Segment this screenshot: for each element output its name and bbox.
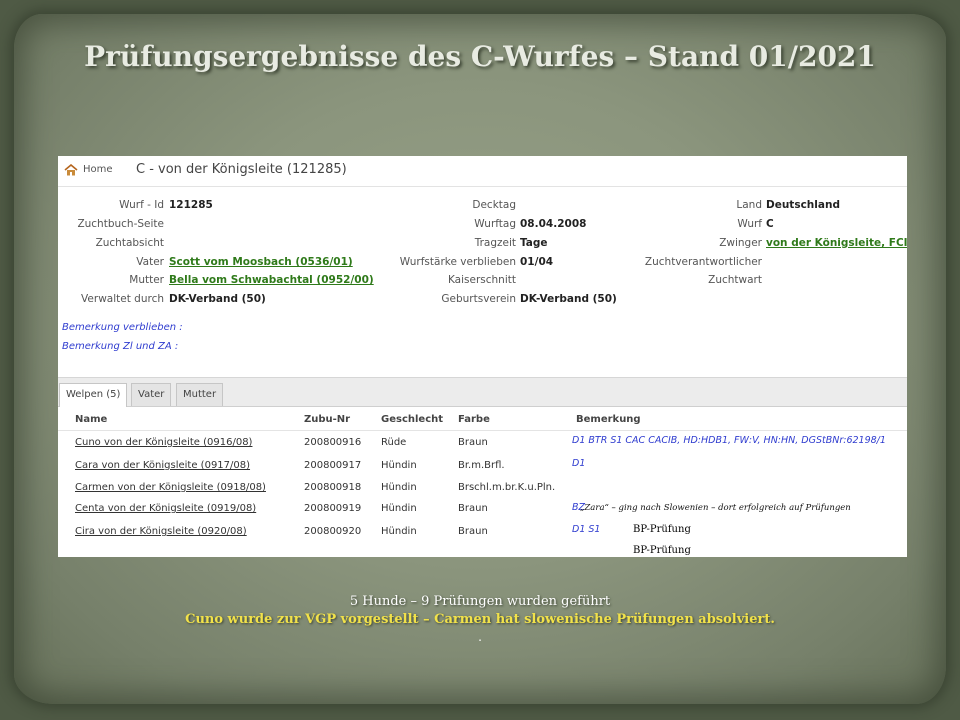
puppy-zubu: 200800920 xyxy=(304,526,362,537)
verwaltet-value: DK-Verband (50) xyxy=(169,293,266,305)
zuchtverantwortlicher-label: Zuchtverantwortlicher xyxy=(644,256,762,268)
puppy-name-link[interactable]: Cira von der Königsleite (0920/08) xyxy=(75,526,247,537)
tab-welpen[interactable]: Welpen (5) xyxy=(59,383,128,407)
wurfstaerke-value: 01/04 xyxy=(520,256,554,268)
puppy-zubu: 200800916 xyxy=(304,437,362,448)
wurf-id-value: 121285 xyxy=(169,199,213,211)
column-header-bemerkung[interactable]: Bemerkung xyxy=(576,414,641,425)
column-header-farbe[interactable]: Farbe xyxy=(458,414,490,425)
puppy-bemerkung: D1 xyxy=(572,458,586,469)
remark-zl-za: Bemerkung Zl und ZA : xyxy=(62,341,179,352)
puppy-name-link[interactable]: Carmen von der Königsleite (0918/08) xyxy=(75,482,266,493)
puppy-farbe: Braun xyxy=(458,526,488,537)
tragzeit-value: Tage xyxy=(520,237,548,249)
kaiserschnitt-label: Kaiserschnitt xyxy=(447,274,516,286)
footer-highlight: Cuno wurde zur VGP vorgestellt – Carmen … xyxy=(185,612,775,627)
puppy-zubu: 200800917 xyxy=(304,460,362,471)
geburtsverein-label: Geburtsverein xyxy=(441,293,516,305)
wurf-value: C xyxy=(766,218,774,230)
litter-screenshot: Home C - von der Königsleite (121285) Wu… xyxy=(58,156,907,557)
puppy-zubu: 200800918 xyxy=(304,482,362,493)
puppy-farbe: Braun xyxy=(458,503,488,514)
puppy-geschlecht: Hündin xyxy=(381,526,417,537)
wurftag-label: Wurftag xyxy=(474,218,516,230)
land-value: Deutschland xyxy=(766,199,840,211)
mutter-value: Bella vom Schwabachtal (0952/00) xyxy=(169,274,374,286)
zuchtabsicht-label: Zuchtabsicht xyxy=(95,237,164,249)
tab-vater[interactable]: Vater xyxy=(131,383,172,406)
column-header-geschlecht[interactable]: Geschlecht xyxy=(381,414,443,425)
tab-bar: Welpen (5) Vater Mutter xyxy=(58,377,907,407)
home-link[interactable]: Home xyxy=(83,164,113,175)
puppy-farbe: Brschl.m.br.K.u.Pln. xyxy=(458,482,556,493)
wurfstaerke-label: Wurfstärke verblieben xyxy=(399,256,516,268)
tab-mutter[interactable]: Mutter xyxy=(176,383,224,406)
wurf-label: Wurf xyxy=(737,218,762,230)
puppy-zubu: 200800919 xyxy=(304,503,362,514)
zwinger-link[interactable]: von der Königsleite, FCI ( xyxy=(766,237,907,249)
page-title: C - von der Königsleite (121285) xyxy=(136,162,347,177)
puppy-geschlecht: Hündin xyxy=(381,503,417,514)
geburtsverein-value: DK-Verband (50) xyxy=(520,293,617,305)
decktag-label: Decktag xyxy=(472,199,516,211)
tragzeit-label: Tragzeit xyxy=(474,237,516,249)
puppy-name-link[interactable]: Centa von der Königsleite (0919/08) xyxy=(75,503,256,514)
table-divider xyxy=(58,430,907,431)
vater-label: Vater xyxy=(136,256,164,268)
puppy-bemerkung: D1 BTR S1 CAC CACIB, HD:HDB1, FW:V, HN:H… xyxy=(572,435,886,446)
breadcrumb-bar: Home C - von der Königsleite (121285) xyxy=(58,156,907,187)
puppy-bemerkung: D1 S1 xyxy=(572,524,601,535)
puppy-farbe: Br.m.Brfl. xyxy=(458,460,505,471)
home-icon[interactable] xyxy=(64,164,78,176)
wurftag-value: 08.04.2008 xyxy=(520,218,587,230)
zwinger-label: Zwinger xyxy=(719,237,762,249)
column-header-name[interactable]: Name xyxy=(75,414,107,425)
zuchtwart-label: Zuchtwart xyxy=(708,274,762,286)
footer-summary: 5 Hunde – 9 Prüfungen wurden geführt xyxy=(349,594,611,609)
zuchtbuch-label: Zuchtbuch-Seite xyxy=(77,218,164,230)
puppy-geschlecht: Hündin xyxy=(381,482,417,493)
vater-link[interactable]: Scott vom Moosbach (0536/01) xyxy=(169,256,353,268)
carmen-annotation: „Zara“ – ging nach Slowenien – dort erfo… xyxy=(580,503,851,513)
zwinger-value: von der Königsleite, FCI ( xyxy=(766,237,907,249)
puppy-geschlecht: Rüde xyxy=(381,437,407,448)
mutter-label: Mutter xyxy=(129,274,164,286)
puppy-geschlecht: Hündin xyxy=(381,460,417,471)
wurf-id-label: Wurf - Id xyxy=(119,199,164,211)
bp-annotation: BP-Prüfung xyxy=(633,524,691,535)
column-header-zubu[interactable]: Zubu-Nr xyxy=(304,414,350,425)
puppy-name-link[interactable]: Cuno von der Königsleite (0916/08) xyxy=(75,437,252,448)
land-label: Land xyxy=(736,199,762,211)
remark-verblieben: Bemerkung verblieben : xyxy=(62,322,183,333)
mutter-link[interactable]: Bella vom Schwabachtal (0952/00) xyxy=(169,274,374,286)
puppy-name-link[interactable]: Cara von der Königsleite (0917/08) xyxy=(75,460,250,471)
slide-title: Prüfungsergebnisse des C-Wurfes – Stand … xyxy=(84,40,876,73)
vater-value: Scott vom Moosbach (0536/01) xyxy=(169,256,353,268)
verwaltet-label: Verwaltet durch xyxy=(81,293,164,305)
puppy-farbe: Braun xyxy=(458,437,488,448)
bp-annotation: BP-Prüfung xyxy=(633,545,691,556)
footer-dot: . xyxy=(478,630,482,644)
